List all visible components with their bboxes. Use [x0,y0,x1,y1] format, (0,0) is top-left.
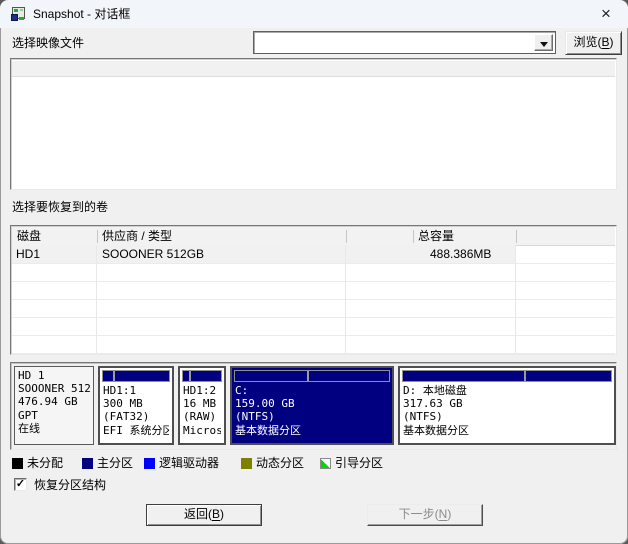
app-icon [10,6,26,22]
partition-fs: (NTFS) [403,410,611,423]
partition-fs: (NTFS) [235,410,389,423]
partition-c-selected[interactable]: C: 159.00 GB (NTFS) 基本数据分区 [230,366,394,445]
snapshot-dialog: Snapshot - 对话框 × 选择映像文件 浏览(B) 选择要恢复到的卷 磁… [0,0,628,544]
header-divider[interactable] [516,230,517,243]
legend-label-boot: 引导分区 [335,455,383,471]
partition-fs: (FAT32) [103,410,169,423]
header-divider[interactable] [97,230,98,243]
partition-size: 300 MB [103,397,169,410]
cell-disk: HD1 [16,245,40,263]
usage-tick [189,371,191,381]
gridline [12,263,615,264]
close-icon[interactable]: × [590,0,622,28]
partition-usage-bar [402,370,612,382]
disk-status: 在线 [18,422,90,435]
partition-type: Microsoft [183,424,221,437]
partition-size: 317.63 GB [403,397,611,410]
legend-swatch-unallocated [12,458,23,469]
partition-name: HD1:2 [183,384,221,397]
usage-tick [524,371,526,381]
browse-button[interactable]: 浏览(B) [565,31,622,55]
partition-name: D: 本地磁盘 [403,384,611,397]
column-header-capacity[interactable]: 总容量 [418,228,454,245]
legend-label-dynamic: 动态分区 [256,455,304,471]
partition-usage-bar [182,370,222,382]
gridline [12,281,615,282]
partition-name: C: [235,384,389,397]
disk-map-panel: HD 1 SOOONER 512GB 476.94 GB GPT 在线 HD1:… [10,362,617,450]
column-header-vendor-type[interactable]: 供应商 / 类型 [102,228,172,245]
partition-usage-bar [102,370,170,382]
disk-layout: GPT [18,409,90,422]
legend-swatch-logical [144,458,155,469]
partition-type: EFI 系统分区 [103,424,169,437]
restore-structure-checkbox[interactable]: ✓ [14,478,27,491]
window-title: Snapshot - 对话框 [33,0,130,28]
image-file-list-header [12,61,615,77]
header-divider[interactable] [413,230,414,243]
partition-type: 基本数据分区 [235,424,389,437]
image-file-combobox[interactable] [253,31,556,54]
cell-vendor-type: SOOONER 512GB [102,245,204,263]
table-row[interactable]: HD1 SOOONER 512GB 488.386MB [12,245,516,263]
disk-vendor: SOOONER 512GB [18,382,90,395]
disk-size: 476.94 GB [18,395,90,408]
legend-swatch-boot [320,458,331,469]
disk-name: HD 1 [18,369,90,382]
volume-table[interactable]: 磁盘 供应商 / 类型 总容量 HD1 SOOONER 512GB 488.38… [10,225,617,355]
gridline [12,353,615,354]
legend-swatch-primary [82,458,93,469]
back-button[interactable]: 返回(B) [146,504,262,526]
partition-size: 159.00 GB [235,397,389,410]
partition-size: 16 MB [183,397,221,410]
gridline [12,317,615,318]
gridline [12,299,615,300]
column-header-disk[interactable]: 磁盘 [17,228,41,245]
disk-info-box: HD 1 SOOONER 512GB 476.94 GB GPT 在线 [14,366,94,445]
cell-capacity: 488.386MB [430,245,491,263]
gridline [12,335,615,336]
partition-hd1-1[interactable]: HD1:1 300 MB (FAT32) EFI 系统分区 [98,366,174,445]
partition-type: 基本数据分区 [403,424,611,437]
image-file-input[interactable] [256,34,532,51]
partition-hd1-2[interactable]: HD1:2 16 MB (RAW) Microsoft [178,366,226,445]
restore-structure-label[interactable]: 恢复分区结构 [34,477,106,493]
usage-tick [307,371,309,381]
usage-tick [113,371,115,381]
partition-fs: (RAW) [183,410,221,423]
header-divider[interactable] [346,230,347,243]
partition-usage-bar [234,370,390,382]
restore-target-label: 选择要恢复到的卷 [12,198,108,216]
image-file-list[interactable] [10,58,617,190]
legend-label-logical: 逻辑驱动器 [159,455,219,471]
volume-table-header: 磁盘 供应商 / 类型 总容量 [12,227,615,246]
legend-label-unallocated: 未分配 [27,455,63,471]
chevron-down-icon [540,42,548,51]
partition-name: HD1:1 [103,384,169,397]
legend-label-primary: 主分区 [97,455,133,471]
partition-d[interactable]: D: 本地磁盘 317.63 GB (NTFS) 基本数据分区 [398,366,616,445]
next-button[interactable]: 下一步(N) [367,504,483,526]
legend-swatch-dynamic [241,458,252,469]
image-file-label: 选择映像文件 [12,33,84,53]
combobox-dropdown-button[interactable] [534,34,553,51]
title-bar: Snapshot - 对话框 × [0,0,628,28]
